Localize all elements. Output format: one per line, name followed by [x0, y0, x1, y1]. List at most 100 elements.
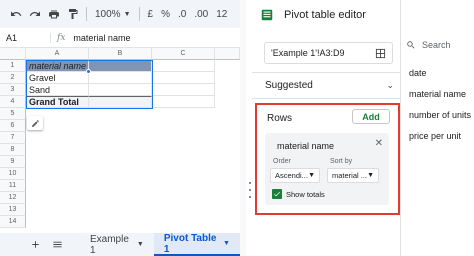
order-label: Order [273, 158, 291, 165]
search-icon [407, 41, 415, 49]
field-search[interactable]: Search [406, 40, 451, 50]
editor-header: Pivot table editor [260, 8, 366, 22]
select-all-corner[interactable] [0, 48, 26, 60]
column-header-b[interactable]: B [89, 48, 152, 60]
add-row-button[interactable]: Add [352, 109, 390, 124]
spreadsheet-grid: A B C 1 2 3 4 5 6 7 8 9 10 11 12 13 14 m… [0, 48, 240, 233]
field-item-number-of-units[interactable]: number of units [409, 110, 471, 120]
row-field-card: material name ✕ Order Sort by Ascendi...… [265, 133, 389, 205]
sort-by-label: Sort by [330, 158, 353, 165]
chevron-down-icon: ▼ [223, 240, 230, 247]
chevron-down-icon: ▼ [308, 172, 315, 179]
suggested-section[interactable]: Suggested [265, 80, 313, 91]
row-header[interactable]: 6 [0, 120, 26, 132]
zoom-select[interactable]: 100% ▼ [91, 9, 135, 20]
formula-input[interactable]: material name [73, 33, 130, 43]
row-header[interactable]: 4 [0, 96, 26, 108]
chevron-down-icon: ▼ [367, 172, 374, 179]
name-box[interactable]: A1 [0, 33, 50, 43]
cell-b4[interactable] [89, 96, 152, 108]
toolbar: 100% ▼ £ % .0 .00 12 [0, 0, 240, 28]
field-item-date[interactable]: date [409, 68, 427, 78]
order-select[interactable]: Ascendi... ▼ [270, 168, 320, 183]
sheet-tab-label: Example 1 [89, 233, 129, 256]
separator [252, 98, 400, 99]
row-header[interactable]: 12 [0, 192, 26, 204]
toolbar-separator [138, 7, 140, 21]
font-size-field[interactable]: 12 [212, 9, 231, 20]
cell-c3[interactable] [152, 84, 215, 96]
formula-bar: A1 fx material name [0, 28, 240, 48]
column-header-d[interactable] [215, 48, 240, 60]
cell-b3[interactable] [89, 84, 152, 96]
cell-c1[interactable] [152, 60, 215, 72]
checkmark-icon [274, 191, 280, 197]
increase-decimal-button[interactable]: .00 [190, 9, 212, 20]
row-header[interactable]: 5 [0, 108, 26, 120]
undo-icon[interactable] [6, 4, 25, 24]
decrease-decimal-button[interactable]: .0 [174, 9, 190, 20]
editor-title: Pivot table editor [284, 9, 366, 21]
search-placeholder: Search [422, 40, 451, 50]
sheet-tab-example-1[interactable]: Example 1 ▼ [80, 233, 154, 256]
sheet-tab-label: Pivot Table 1 [163, 232, 217, 255]
sort-by-value: material ... [332, 171, 368, 180]
row-header[interactable]: 1 [0, 60, 26, 72]
pivot-edit-button[interactable] [27, 116, 43, 130]
chevron-down-icon: ▼ [123, 10, 131, 18]
cell-b1[interactable] [89, 60, 152, 72]
rows-label: Rows [267, 113, 293, 124]
redo-icon[interactable] [25, 4, 44, 24]
menu-icon [53, 241, 62, 248]
fill-handle[interactable] [86, 69, 91, 74]
separator [252, 72, 400, 73]
row-header[interactable]: 3 [0, 84, 26, 96]
cell-c2[interactable] [152, 72, 215, 84]
column-header-a[interactable]: A [26, 48, 89, 60]
cell-b2[interactable] [89, 72, 152, 84]
zoom-value: 100% [95, 8, 121, 20]
show-totals-label: Show totals [286, 190, 325, 199]
add-sheet-button[interactable] [25, 233, 46, 256]
rows-section: Rows Add material name ✕ Order Sort by A… [255, 103, 400, 215]
currency-format-button[interactable]: £ [144, 9, 158, 20]
field-item-material-name[interactable]: material name [409, 89, 466, 99]
fx-icon: fx [50, 32, 73, 43]
data-range-input[interactable]: 'Example 1'!A3:D9 [264, 42, 393, 64]
row-header[interactable]: 13 [0, 204, 26, 216]
all-sheets-button[interactable] [46, 233, 67, 256]
cell-a1[interactable]: material name [26, 60, 89, 72]
paint-format-icon[interactable] [63, 4, 82, 24]
column-header-c[interactable]: C [152, 48, 215, 60]
row-header[interactable]: 14 [0, 216, 26, 228]
cell-a2[interactable]: Gravel [26, 72, 89, 84]
grid-select-icon[interactable] [375, 48, 386, 59]
toolbar-separator [86, 7, 87, 21]
row-field-name: material name [277, 141, 335, 151]
field-list-panel: Search date material name number of unit… [400, 0, 474, 256]
chevron-down-icon: ▼ [136, 241, 144, 248]
sort-by-select[interactable]: material ... ▼ [327, 168, 379, 183]
percent-format-button[interactable]: % [157, 9, 174, 20]
cell-a3[interactable]: Sand [26, 84, 89, 96]
panel-divider [240, 0, 246, 256]
row-header[interactable]: 8 [0, 144, 26, 156]
row-header[interactable]: 9 [0, 156, 26, 168]
show-totals-checkbox[interactable] [272, 189, 282, 199]
row-header[interactable]: 10 [0, 168, 26, 180]
row-header[interactable]: 7 [0, 132, 26, 144]
chevron-down-icon[interactable]: ⌄ [386, 80, 394, 91]
pivot-table-icon [261, 9, 273, 21]
close-icon[interactable]: ✕ [375, 138, 383, 149]
sheet-tab-pivot-table-1[interactable]: Pivot Table 1 ▼ [153, 232, 240, 256]
pivot-table-editor: Pivot table editor 'Example 1'!A3:D9 Sug… [252, 0, 400, 256]
cell-a4[interactable]: Grand Total [26, 96, 89, 108]
field-item-price-per-unit[interactable]: price per unit [409, 131, 461, 141]
print-icon[interactable] [44, 4, 63, 24]
cell-c4[interactable] [152, 96, 215, 108]
pencil-icon [31, 119, 39, 127]
data-range-value: 'Example 1'!A3:D9 [271, 48, 345, 58]
row-header[interactable]: 11 [0, 180, 26, 192]
row-header[interactable]: 2 [0, 72, 26, 84]
plus-icon [32, 241, 39, 248]
